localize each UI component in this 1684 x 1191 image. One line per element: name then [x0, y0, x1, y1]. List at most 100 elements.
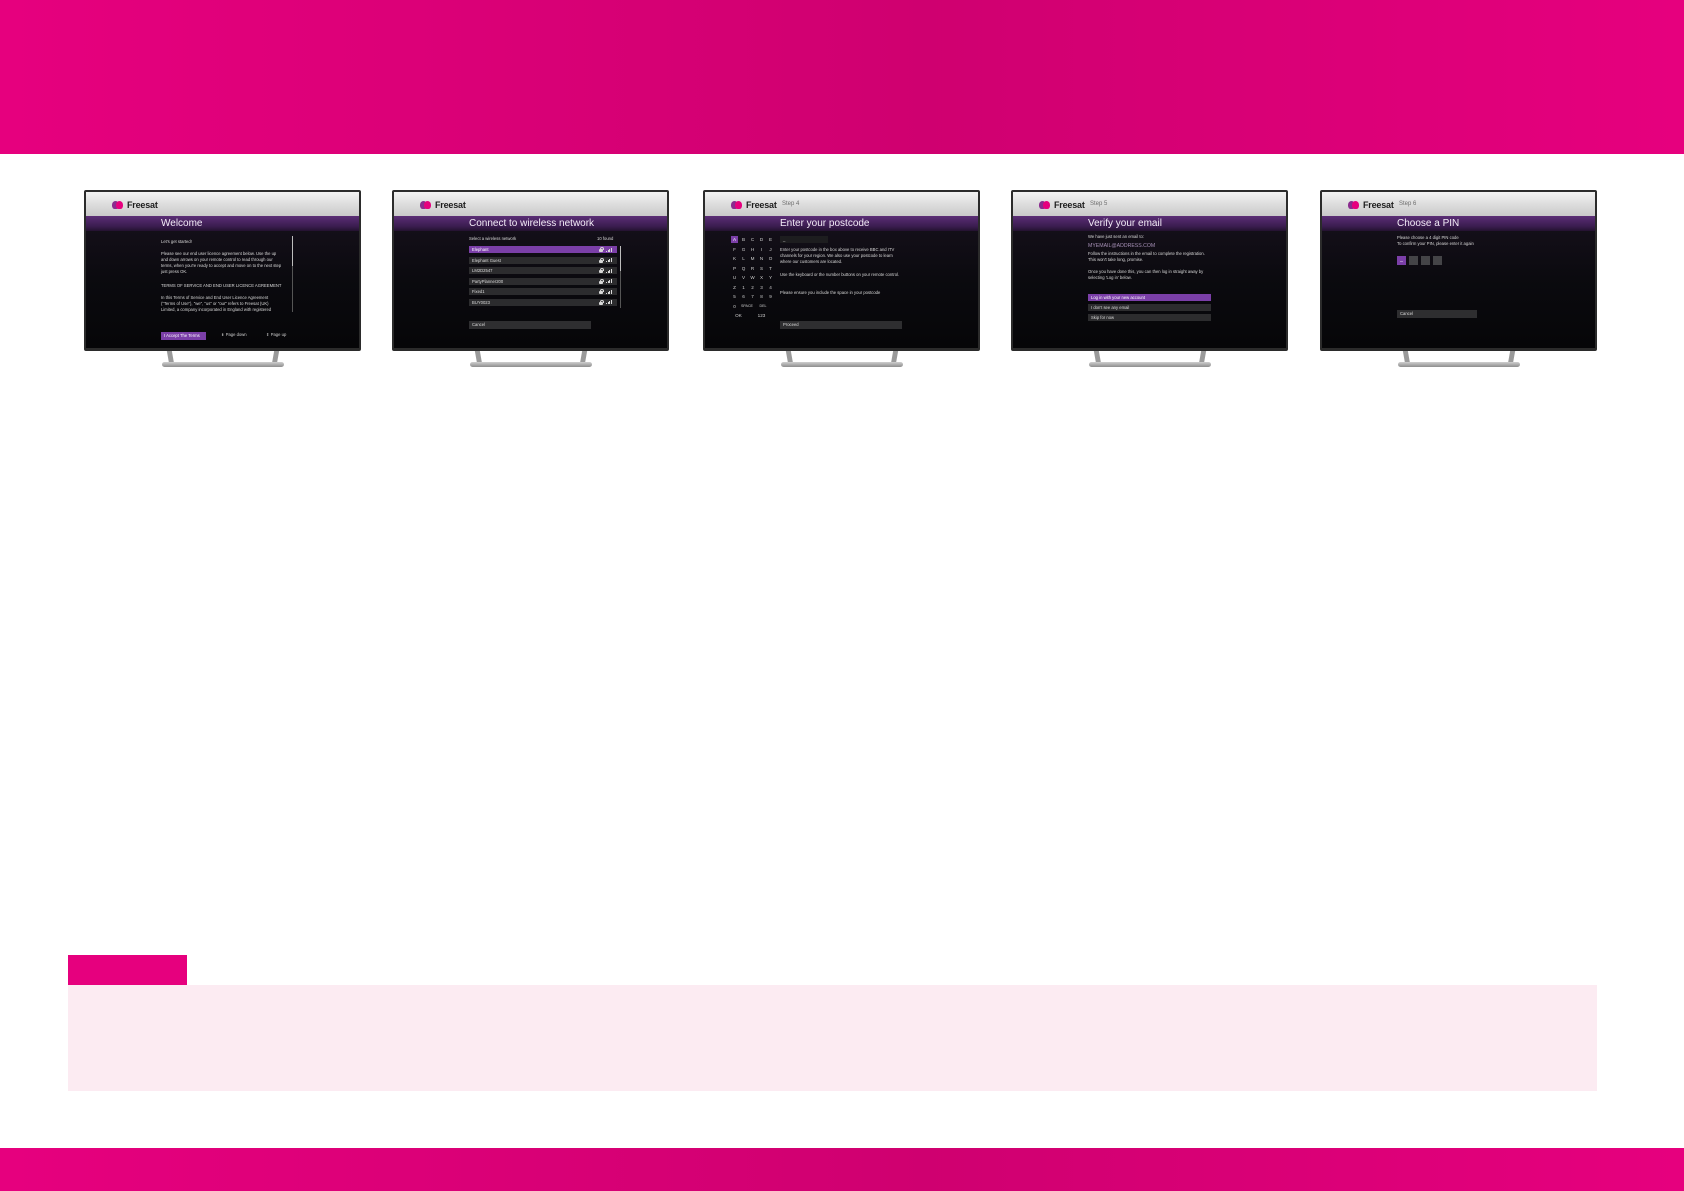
- freesat-logo: Freesat: [420, 199, 466, 211]
- pin-digit-3[interactable]: [1421, 256, 1430, 265]
- key-space[interactable]: SPACE: [740, 303, 754, 310]
- page-down-hint[interactable]: ⇟ Page down: [221, 332, 247, 338]
- postcode-body-3: Please ensure you include the space in y…: [780, 290, 881, 295]
- key-l[interactable]: L: [740, 255, 747, 262]
- screen-header: Freesat: [394, 192, 667, 216]
- key-9[interactable]: 9: [767, 293, 774, 300]
- tv-stand: [162, 362, 284, 367]
- freesat-heart-icon: [731, 200, 743, 210]
- pin-digit-2[interactable]: [1409, 256, 1418, 265]
- bottom-banner: [0, 1148, 1684, 1191]
- key-w[interactable]: W: [749, 274, 756, 281]
- network-item[interactable]: LM2D2547: [469, 267, 617, 274]
- network-item[interactable]: Elephant: [469, 246, 617, 253]
- key-m[interactable]: M: [749, 255, 756, 262]
- freesat-logo: Freesat: [1039, 199, 1085, 211]
- key-1[interactable]: 1: [740, 284, 747, 291]
- page: Freesat Welcome Let's get started! Pleas…: [0, 0, 1684, 1191]
- tv-stand: [1398, 362, 1520, 367]
- key-i[interactable]: I: [758, 246, 765, 253]
- accept-terms-button[interactable]: I Accept The Terms: [161, 332, 206, 340]
- key-e[interactable]: E: [767, 236, 774, 243]
- key-y[interactable]: Y: [767, 274, 774, 281]
- tv-stand: [1089, 362, 1211, 367]
- key-s[interactable]: S: [758, 265, 765, 272]
- key-u[interactable]: U: [731, 274, 738, 281]
- network-name: BUY0023: [472, 299, 490, 305]
- tv-wifi: Freesat Connect to wireless network Sele…: [392, 190, 669, 370]
- cancel-button[interactable]: Cancel: [469, 321, 591, 329]
- pin-digit-1[interactable]: _: [1397, 256, 1406, 265]
- step-indicator: Step 5: [1090, 201, 1108, 207]
- proceed-button[interactable]: Proceed: [780, 321, 902, 329]
- tv-choose-pin: Freesat Step 6 Choose a PIN Please choos…: [1320, 190, 1597, 370]
- tv-bezel: Freesat Step 4 Enter your postcode ABCDE…: [703, 190, 980, 351]
- key-7[interactable]: 7: [749, 293, 756, 300]
- key-h[interactable]: H: [749, 246, 756, 253]
- key-0[interactable]: 0: [731, 303, 738, 310]
- terms-scrollbar[interactable]: [292, 236, 293, 312]
- page-up-hint[interactable]: ⇞ Page up: [266, 332, 286, 338]
- terms-heading: TERMS OF SERVICE AND END USER LICENCE AG…: [161, 283, 282, 288]
- key-o[interactable]: O: [767, 255, 774, 262]
- screen-header: Freesat: [86, 192, 359, 216]
- key-ok[interactable]: OK: [732, 312, 745, 319]
- key-q[interactable]: Q: [740, 265, 747, 272]
- key-8[interactable]: 8: [758, 293, 765, 300]
- key-2[interactable]: 2: [749, 284, 756, 291]
- tv-screen: Freesat Connect to wireless network Sele…: [394, 192, 667, 348]
- key-5[interactable]: 5: [731, 293, 738, 300]
- key-4[interactable]: 4: [767, 284, 774, 291]
- login-new-account-option[interactable]: Log in with your new account: [1088, 294, 1211, 301]
- network-item[interactable]: BUY0023: [469, 298, 617, 306]
- lock-icon: [599, 299, 605, 305]
- welcome-body: Please see our end user licence agreemen…: [161, 251, 282, 274]
- tv-screen: Freesat Step 4 Enter your postcode ABCDE…: [705, 192, 978, 348]
- key-n[interactable]: N: [758, 255, 765, 262]
- network-item[interactable]: Fixed1: [469, 288, 617, 295]
- key-a[interactable]: A: [731, 236, 738, 243]
- postcode-body-1: Enter your postcode in the box above to …: [780, 247, 895, 264]
- lock-icon: [599, 278, 605, 284]
- network-item[interactable]: PartyPlanner200: [469, 277, 617, 285]
- skip-option[interactable]: Skip for now: [1088, 314, 1211, 321]
- postcode-input[interactable]: _: [780, 236, 828, 243]
- screen-header: Freesat Step 5: [1013, 192, 1286, 216]
- network-name: Fixed1: [472, 289, 485, 294]
- wifi-signal-icon: [606, 268, 612, 273]
- key-3[interactable]: 3: [758, 284, 765, 291]
- key-del[interactable]: DEL: [758, 303, 768, 310]
- key-g[interactable]: G: [740, 246, 747, 253]
- logo-text: Freesat: [1054, 200, 1085, 210]
- key-v[interactable]: V: [740, 274, 747, 281]
- pin-digit-4[interactable]: [1433, 256, 1442, 265]
- key-f[interactable]: F: [731, 246, 738, 253]
- key-k[interactable]: K: [731, 255, 738, 262]
- key-c[interactable]: C: [749, 236, 756, 243]
- key-z[interactable]: Z: [731, 284, 738, 291]
- screen-header: Freesat Step 4: [705, 192, 978, 216]
- network-scrollbar[interactable]: [620, 246, 621, 308]
- key-x[interactable]: X: [758, 274, 765, 281]
- verify-email-address: MYEMAIL@ADDRESS.COM: [1088, 243, 1156, 249]
- no-email-option[interactable]: I don't see any email: [1088, 304, 1211, 311]
- step-indicator: Step 4: [782, 201, 800, 207]
- key-j[interactable]: J: [767, 246, 774, 253]
- cancel-button[interactable]: Cancel: [1397, 310, 1477, 318]
- key-6[interactable]: 6: [740, 293, 747, 300]
- key-t[interactable]: T: [767, 265, 774, 272]
- network-name: Elephant: [472, 247, 489, 252]
- key-123[interactable]: 123: [755, 312, 768, 319]
- key-d[interactable]: D: [758, 236, 765, 243]
- pin-line-2: To confirm your PIN, please enter it aga…: [1397, 241, 1474, 246]
- key-r[interactable]: R: [749, 265, 756, 272]
- key-p[interactable]: P: [731, 265, 738, 272]
- network-item[interactable]: Elephant Guest: [469, 256, 617, 264]
- screen-title: Connect to wireless network: [469, 218, 595, 229]
- screen-header: Freesat Step 6: [1322, 192, 1595, 216]
- freesat-logo: Freesat: [731, 199, 777, 211]
- tv-welcome: Freesat Welcome Let's get started! Pleas…: [84, 190, 361, 370]
- lock-icon: [599, 268, 605, 273]
- key-b[interactable]: B: [740, 236, 747, 243]
- lock-icon: [599, 289, 605, 294]
